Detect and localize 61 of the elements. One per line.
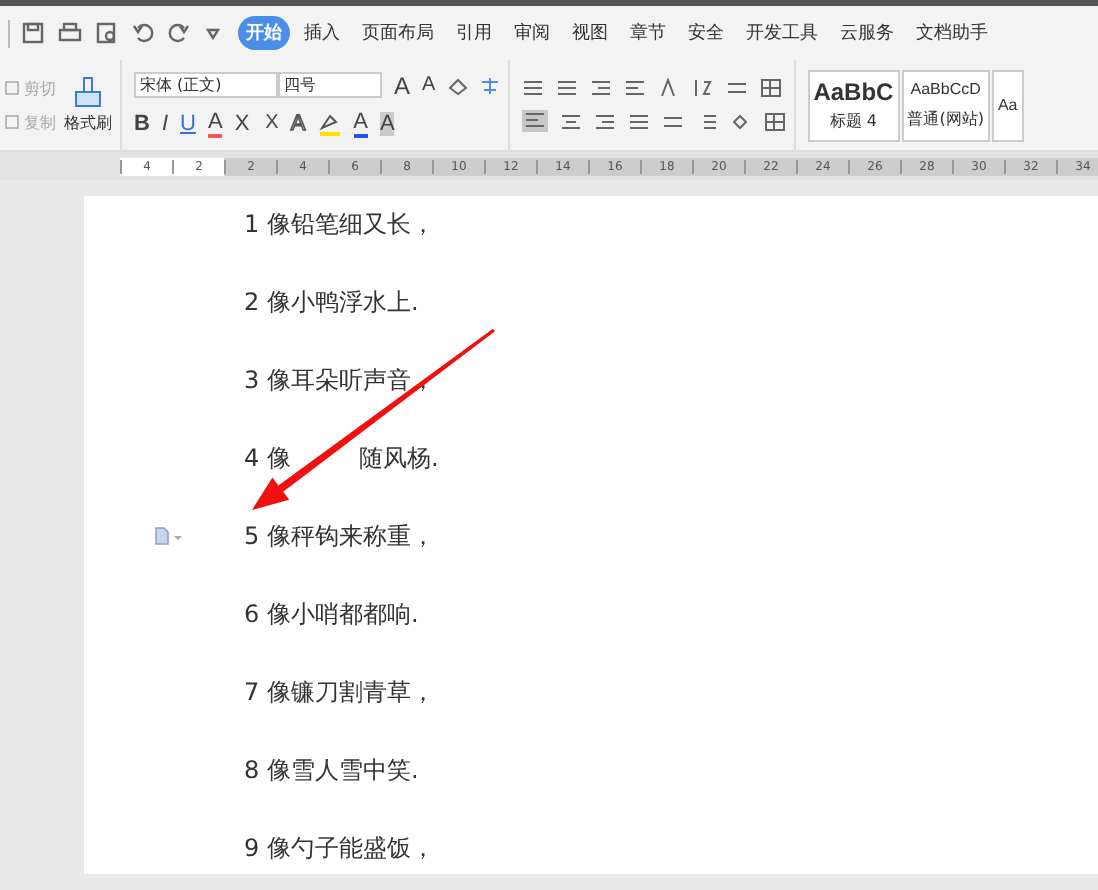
text-line: 4 像 [244,442,291,476]
decrease-indent-icon[interactable] [589,78,612,98]
font-name-dropdown[interactable]: 宋体 (正文) [134,72,278,98]
text-line: 5 像秤钩来称重， [244,520,435,554]
ribbon-tab[interactable]: 审阅 [506,16,558,50]
print-icon[interactable] [58,22,82,44]
ribbon-tab[interactable]: 开发工具 [738,16,826,50]
text-line: 随风杨. [358,442,439,476]
underline-button[interactable]: U [180,112,196,136]
ribbon-tab[interactable]: 页面布局 [354,16,442,50]
style-sample: Aa [997,96,1018,114]
text-line: 8 像雪人雪中笑. [244,754,419,788]
ribbon-tab[interactable]: 安全 [680,16,732,50]
text-line: 6 像小哨都都响. [244,598,419,632]
style-preset[interactable]: AaBbC 标题 4 [807,69,900,141]
style-sample: AaBbCcD [910,80,981,98]
style-sample: AaBbC [813,77,894,106]
paintbrush-icon[interactable] [70,76,106,108]
format-painter-button[interactable]: 格式刷 [64,76,112,134]
bullet-list-icon[interactable] [521,78,544,98]
print-preview-icon[interactable] [96,22,118,44]
dropdown-icon[interactable] [204,24,222,42]
superscript-button[interactable]: X [234,112,254,136]
align-left-icon[interactable] [521,110,548,132]
style-name: 普通(网站) [907,108,984,130]
save-icon[interactable] [22,22,44,44]
style-preset[interactable]: Aa [991,69,1024,141]
ribbon-tab[interactable]: 文档助手 [908,16,996,50]
grow-font-button[interactable]: A [394,73,411,97]
font-size-dropdown[interactable]: 四号 [278,72,382,98]
character-shading-button[interactable]: A [380,112,395,136]
text-line: 9 像勺子能盛饭， [244,832,435,866]
highlight-icon[interactable] [317,112,342,136]
undo-icon[interactable] [132,22,154,44]
border-icon[interactable] [763,111,786,131]
redo-icon[interactable] [168,22,190,44]
increase-indent-icon[interactable] [623,78,646,98]
font-color-button[interactable]: A [353,110,369,138]
subscript-button[interactable]: X [265,112,279,136]
strikethrough-button[interactable]: A [207,110,223,138]
text-effect-button[interactable]: A [290,112,306,136]
ribbon-tab[interactable]: 云服务 [832,16,902,50]
align-right-icon[interactable] [593,111,616,131]
text-line: 3 像耳朵听声音， [244,364,435,398]
justify-icon[interactable] [627,111,650,131]
ribbon-tab[interactable]: 引用 [448,16,500,50]
numbered-list-icon[interactable] [555,78,578,98]
ribbon-tab[interactable]: 章节 [622,16,674,50]
text-line: 1 像铅笔细又长， [244,208,435,242]
ribbon-tab[interactable]: 视图 [564,16,616,50]
align-center-icon[interactable] [559,111,582,131]
text-line: 7 像镰刀割青草， [244,676,435,710]
table-icon[interactable] [759,78,782,98]
bold-button[interactable]: B [134,112,150,136]
text-line: 2 像小鸭浮水上. [244,286,419,320]
style-name: 标题 4 [829,110,878,133]
style-preset[interactable]: AaBbCcD 普通(网站) [901,69,990,141]
italic-button[interactable]: I [161,112,169,136]
shrink-font-button[interactable]: A [422,73,436,97]
pinyin-icon[interactable] [479,75,500,95]
ribbon-tab[interactable]: 插入 [296,16,348,50]
